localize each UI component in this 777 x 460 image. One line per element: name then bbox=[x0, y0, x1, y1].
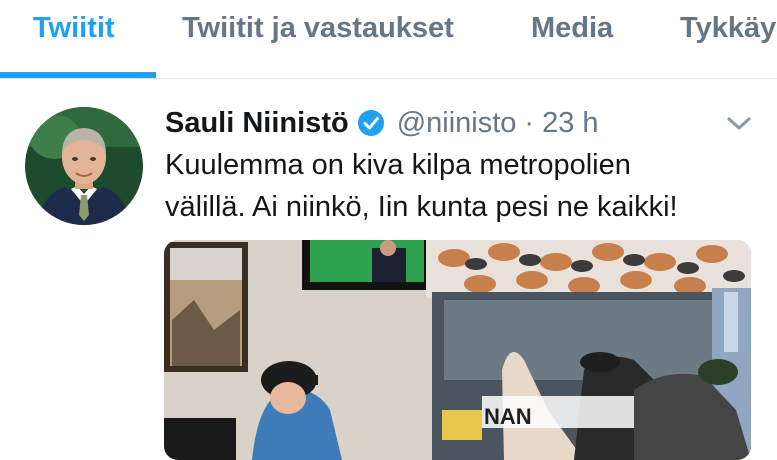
tab-tweets-and-replies[interactable]: Twiitit ja vastaukset bbox=[182, 12, 454, 45]
profile-tabs: Twiitit Twiitit ja vastaukset Media Tykk… bbox=[0, 0, 777, 79]
author-handle[interactable]: @niinisto bbox=[397, 107, 517, 140]
tweet-text-line: välillä. Ai niinkö, Iin kunta pesi ne ka… bbox=[165, 191, 678, 223]
media-photo-scene: NAN bbox=[164, 240, 751, 460]
active-tab-indicator bbox=[0, 72, 156, 78]
tab-tweets[interactable]: Twiitit bbox=[33, 12, 115, 45]
meta-separator: · bbox=[524, 106, 535, 139]
tweet-header: Sauli Niinistö @niinisto · 23 h bbox=[165, 101, 599, 145]
author-name[interactable]: Sauli Niinistö bbox=[165, 107, 349, 140]
tweet-text-line: Kuulemma on kiva kilpa metropolien bbox=[165, 149, 631, 181]
tab-likes[interactable]: Tykkäy bbox=[680, 12, 776, 45]
tab-media[interactable]: Media bbox=[531, 12, 613, 45]
tweet-text: Kuulemma on kiva kilpa metropolien välil… bbox=[165, 144, 765, 228]
tweet-media-photo[interactable]: NAN bbox=[164, 240, 751, 460]
author-avatar[interactable] bbox=[25, 107, 143, 225]
chevron-down-icon[interactable] bbox=[724, 112, 754, 134]
avatar-portrait bbox=[25, 107, 143, 225]
verified-badge-icon bbox=[357, 110, 384, 136]
media-sign-text: NAN bbox=[484, 404, 532, 429]
tweet-timestamp[interactable]: 23 h bbox=[542, 107, 598, 140]
